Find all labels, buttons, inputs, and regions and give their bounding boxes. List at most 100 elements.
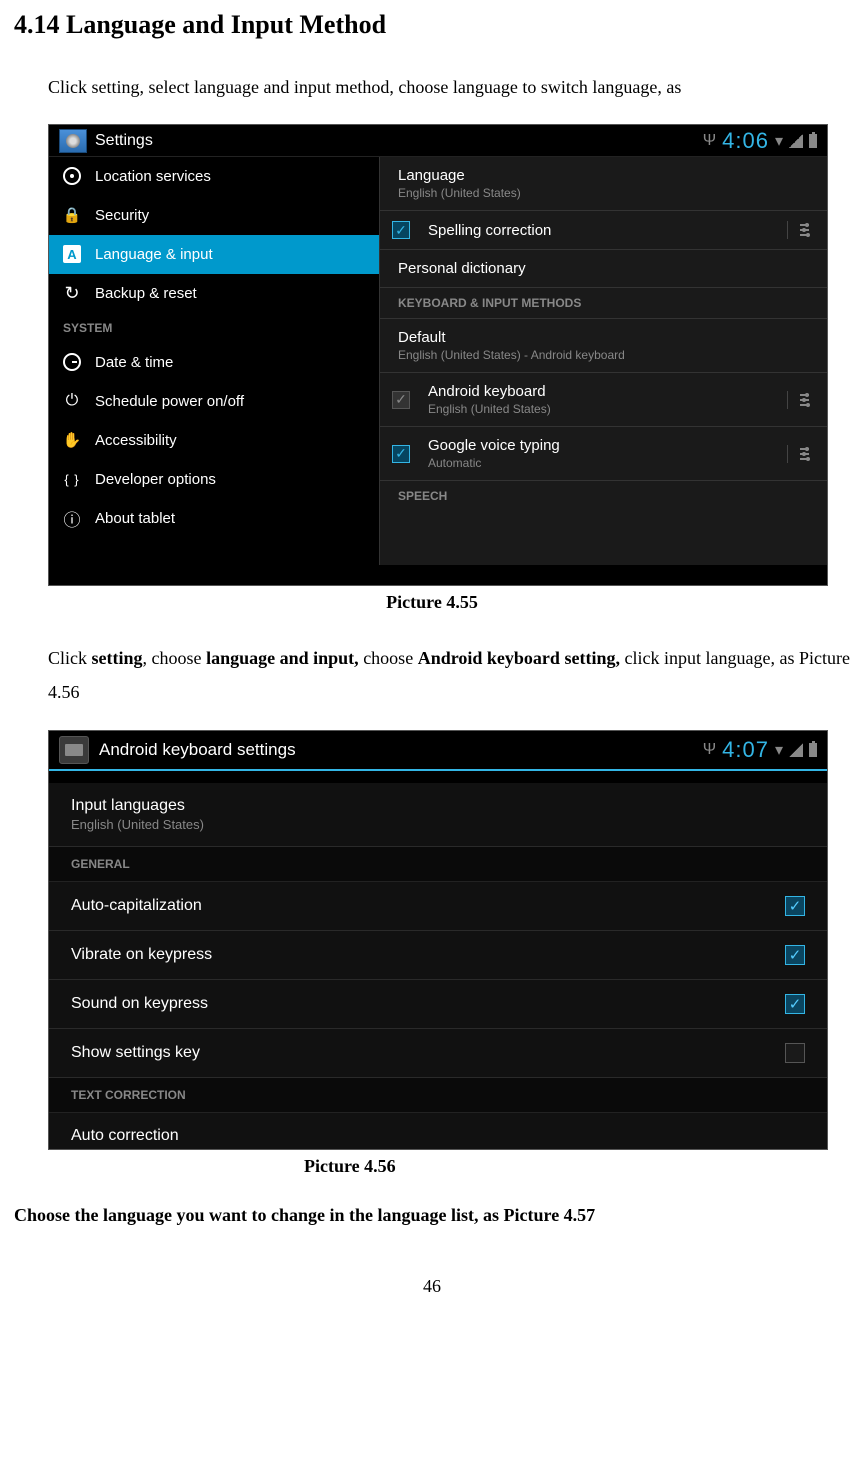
sidebar-label: Backup & reset <box>95 285 197 302</box>
row-default[interactable]: Default English (United States) - Androi… <box>380 319 827 373</box>
battery-icon <box>809 134 817 148</box>
screenshot-settings: Settings 4:06 ▾ Location services 🔒 Secu… <box>48 124 828 586</box>
sidebar-label: Developer options <box>95 471 216 488</box>
status-right: 4:07 ▾ <box>703 737 817 763</box>
section-speech: SPEECH <box>380 481 827 511</box>
sidebar-item-datetime[interactable]: Date & time <box>49 343 379 382</box>
clock-icon <box>63 353 81 371</box>
location-icon <box>63 167 81 185</box>
checkbox-checked-icon[interactable] <box>392 221 410 239</box>
sidebar-item-about[interactable]: About tablet <box>49 499 379 538</box>
sidebar-item-developer[interactable]: Developer options <box>49 460 379 499</box>
row-title: Google voice typing <box>428 437 769 454</box>
row-title: Default <box>398 329 809 346</box>
row-auto-correction[interactable]: Auto correction <box>49 1113 827 1150</box>
paragraph-1: Click setting, select language and input… <box>48 70 850 104</box>
wifi-icon: ▾ <box>775 740 783 760</box>
sidebar-item-schedule[interactable]: Schedule power on/off <box>49 382 379 421</box>
power-icon <box>63 392 81 410</box>
app-title: Settings <box>95 132 703 150</box>
hand-icon <box>63 431 81 449</box>
lock-icon: 🔒 <box>63 206 81 224</box>
sidebar-item-security[interactable]: 🔒 Security <box>49 196 379 235</box>
row-title: Vibrate on keypress <box>71 946 785 964</box>
screenshot-keyboard-settings: Android keyboard settings 4:07 ▾ Input l… <box>48 730 828 1150</box>
section-heading: 4.14 Language and Input Method <box>14 10 850 40</box>
info-icon <box>63 509 81 527</box>
row-input-languages[interactable]: Input languages English (United States) <box>49 783 827 847</box>
row-title: Android keyboard <box>428 383 769 400</box>
row-subtitle: English (United States) <box>398 186 809 200</box>
checkbox-checked-icon[interactable] <box>785 945 805 965</box>
status-bar: Settings 4:06 ▾ <box>49 125 827 157</box>
row-subtitle: English (United States) <box>428 402 769 416</box>
row-personal-dictionary[interactable]: Personal dictionary <box>380 250 827 288</box>
keyboard-app-icon <box>59 736 89 764</box>
app-title: Android keyboard settings <box>99 740 703 760</box>
sidebar-item-language[interactable]: A Language & input <box>49 235 379 274</box>
sidebar-label: Date & time <box>95 354 173 371</box>
sidebar-item-location[interactable]: Location services <box>49 157 379 196</box>
row-title: Auto correction <box>71 1127 805 1145</box>
battery-icon <box>809 743 817 757</box>
clock: 4:07 <box>722 737 769 763</box>
signal-icon <box>789 134 803 148</box>
braces-icon <box>63 470 81 488</box>
signal-icon <box>789 743 803 757</box>
wifi-icon: ▾ <box>775 131 783 151</box>
status-right: 4:06 ▾ <box>703 128 817 154</box>
checkbox-checked-icon[interactable] <box>392 445 410 463</box>
row-sound[interactable]: Sound on keypress <box>49 980 827 1029</box>
psi-icon <box>703 741 716 759</box>
figure-caption-1: Picture 4.55 <box>14 592 850 613</box>
settings-sliders-icon[interactable] <box>787 445 809 463</box>
row-spelling[interactable]: Spelling correction <box>380 211 827 250</box>
row-subtitle: English (United States) <box>71 817 805 832</box>
sidebar-label: Schedule power on/off <box>95 393 244 410</box>
row-title: Personal dictionary <box>398 260 809 277</box>
sidebar-label: Security <box>95 207 149 224</box>
language-icon: A <box>63 245 81 263</box>
checkbox-checked-icon[interactable] <box>785 994 805 1014</box>
row-show-settings-key[interactable]: Show settings key <box>49 1029 827 1078</box>
sidebar-item-accessibility[interactable]: Accessibility <box>49 421 379 460</box>
sidebar-label: Accessibility <box>95 432 177 449</box>
settings-app-icon <box>59 129 87 153</box>
paragraph-2: Click setting, choose language and input… <box>48 641 850 709</box>
row-title: Sound on keypress <box>71 995 785 1013</box>
figure-caption-2: Picture 4.56 <box>304 1156 850 1177</box>
row-subtitle: English (United States) - Android keyboa… <box>398 348 809 362</box>
row-title: Auto-capitalization <box>71 897 785 915</box>
row-title: Spelling correction <box>428 222 769 239</box>
section-general: GENERAL <box>49 847 827 882</box>
nav-bar <box>49 565 827 585</box>
row-android-keyboard[interactable]: Android keyboard English (United States) <box>380 373 827 427</box>
section-text-correction: TEXT CORRECTION <box>49 1078 827 1113</box>
checkbox-unchecked-icon[interactable] <box>785 1043 805 1063</box>
settings-sliders-icon[interactable] <box>787 391 809 409</box>
row-google-voice[interactable]: Google voice typing Automatic <box>380 427 827 481</box>
sidebar-item-backup[interactable]: Backup & reset <box>49 274 379 313</box>
clock: 4:06 <box>722 128 769 154</box>
section-keyboard: KEYBOARD & INPUT METHODS <box>380 288 827 319</box>
sidebar-label: Language & input <box>95 246 213 263</box>
sidebar-section-system: SYSTEM <box>49 313 379 343</box>
row-language[interactable]: Language English (United States) <box>380 157 827 211</box>
sidebar-label: About tablet <box>95 510 175 527</box>
backup-icon <box>63 284 81 302</box>
status-bar: Android keyboard settings 4:07 ▾ <box>49 731 827 771</box>
page-number: 46 <box>14 1276 850 1297</box>
row-auto-cap[interactable]: Auto-capitalization <box>49 882 827 931</box>
settings-main: Language English (United States) Spellin… <box>379 157 827 565</box>
settings-sliders-icon[interactable] <box>787 221 809 239</box>
checkbox-checked-icon[interactable] <box>785 896 805 916</box>
row-subtitle: Automatic <box>428 456 769 470</box>
sidebar-label: Location services <box>95 168 211 185</box>
psi-icon <box>703 132 716 150</box>
row-vibrate[interactable]: Vibrate on keypress <box>49 931 827 980</box>
row-title: Show settings key <box>71 1044 785 1062</box>
row-title: Input languages <box>71 797 805 815</box>
checkbox-disabled-icon <box>392 391 410 409</box>
paragraph-3: Choose the language you want to change i… <box>14 1205 850 1226</box>
row-title: Language <box>398 167 809 184</box>
